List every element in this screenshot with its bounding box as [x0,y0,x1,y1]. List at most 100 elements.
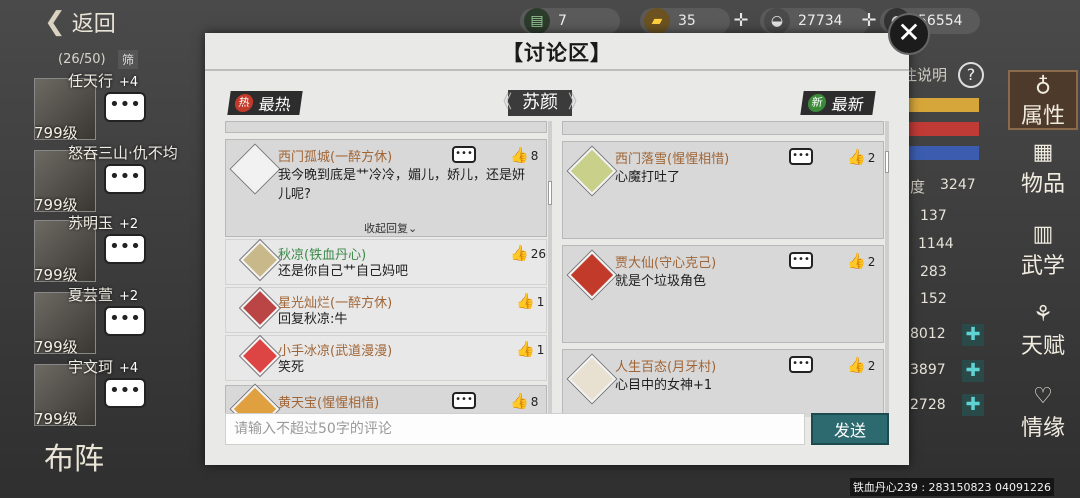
avatar [240,336,280,376]
thumbs-up-icon: 👍 [510,146,529,164]
resource-silver: ◒ 27734 [760,8,870,34]
like-button[interactable]: 👍 8 [510,146,538,164]
tab-items[interactable]: ▦ 物品 [1008,140,1078,200]
like-button[interactable]: 👍 2 [847,356,875,374]
avatar [240,288,280,328]
gourd-icon: ♁ [1034,72,1052,97]
back-label: 返回 [71,12,116,37]
new-post-list[interactable]: 西门落雪(惺惺相惜) ••• 👍 2 心魔打吐了 贾大仙(守心克己) ••• 👍 2… [562,121,884,417]
add-gold-button[interactable]: ✛ [732,12,750,30]
post-text: 心魔打吐了 [615,170,681,185]
avatar [230,144,280,194]
post-text: 就是个垃圾角色 [615,274,707,289]
formation-button[interactable]: 布阵 [44,434,104,478]
stat-value: 8012 [910,326,946,342]
hero-level: 799级 [34,338,78,356]
new-scrollbar[interactable] [885,121,889,417]
status-bar-gold [905,98,979,112]
tab-hottest[interactable]: 热 最热 [227,91,303,115]
help-icon[interactable]: ? [958,62,984,88]
close-button[interactable]: ✕ [888,13,930,55]
hero-card[interactable]: 苏明玉 +2 799级 ••• [34,212,146,284]
avatar [567,250,617,300]
post-card[interactable]: 贾大仙(守心克己) ••• 👍 2 就是个垃圾角色 [562,245,884,343]
reply-text: 还是你自己艹自己妈吧 [278,264,409,279]
hero-card[interactable]: 宇文珂 +4 799级 ••• [34,356,146,428]
reply-icon[interactable]: ••• [789,148,813,165]
tab-affinity[interactable]: ♡ 情缘 [1008,384,1078,444]
stat-plus-button[interactable]: ✚ [962,360,984,382]
post-card[interactable]: 西门落雪(惺惺相惜) ••• 👍 2 心魔打吐了 [562,141,884,239]
tab-talent[interactable]: ⚘ 天赋 [1008,302,1078,362]
gold-bar-icon: ▰ [644,8,670,34]
thumbs-up-icon: 👍 [516,340,535,358]
hero-level: 799级 [34,124,78,142]
stat-label: 度 [910,178,926,196]
post-author: 贾大仙(守心克己) [615,256,717,271]
reply-card[interactable]: 小手冰凉(武道漫漫) 👍 1 笑死 [225,335,547,381]
reply-card[interactable]: 星光灿烂(一醉方休) 👍 1 回复秋凉:牛 [225,287,547,333]
comment-input[interactable] [226,414,804,444]
hero-card[interactable]: 夏芸萱 +2 799级 ••• [34,284,146,356]
like-button[interactable]: 👍 2 [847,148,875,166]
comment-input-box[interactable] [225,413,805,445]
hero-name: 苏明玉 +2 [68,214,139,232]
chat-bubble-icon[interactable]: ••• [104,378,146,408]
thumbs-up-icon: 👍 [510,392,529,410]
modal-title: 【讨论区】 [502,41,612,65]
resource-gold: ▰ 35 [640,8,730,34]
back-button[interactable]: ❮ 返回 [44,6,116,38]
like-button[interactable]: 👍 26 [510,244,546,262]
post-author: 西门孤城(一醉方休) [278,150,393,165]
stat-value: 3897 [910,362,946,378]
reply-icon[interactable]: ••• [789,252,813,269]
add-silver-button[interactable]: ✛ [860,12,878,30]
chat-bubble-icon[interactable]: ••• [104,306,146,336]
stat-plus-button[interactable]: ✚ [962,394,984,416]
tab-martial-arts[interactable]: ▥ 武学 [1008,222,1078,282]
chat-bubble-icon[interactable]: ••• [104,164,146,194]
book-icon: ▥ [1032,222,1054,247]
reply-icon[interactable]: ••• [452,392,476,409]
reply-icon[interactable]: ••• [789,356,813,373]
send-button[interactable]: 发送 [811,413,889,445]
chat-bubble-icon[interactable]: ••• [104,92,146,122]
hero-name: 怒吞三山·仇不均 [68,144,178,162]
chat-bubble-icon[interactable]: ••• [104,234,146,264]
hero-card[interactable]: 怒吞三山·仇不均 799级 ••• [34,142,178,214]
collapse-replies-button[interactable]: 收起回复⌄ [364,220,417,236]
like-button[interactable]: 👍 1 [516,340,544,358]
new-scroll-thumb[interactable] [885,151,889,173]
thumbs-up-icon: 👍 [847,356,866,374]
hero-name-tab: 苏颜 [494,90,586,116]
tab-attributes[interactable]: ♁ 属性 [1008,70,1078,130]
post-card[interactable]: 人生百态(月牙村) ••• 👍 2 心目中的女神+1 [562,349,884,417]
stat-plus-button[interactable]: ✚ [962,324,984,346]
tab-newest[interactable]: 新 最新 [800,91,876,115]
jade-icon: ▤ [524,8,550,34]
reply-card[interactable]: 秋凉(铁血丹心) 👍 26 还是你自己艹自己妈吧 [225,239,547,285]
like-button[interactable]: 👍 2 [847,252,875,270]
thumbs-up-icon: 👍 [510,244,529,262]
thumbs-up-icon: 👍 [516,292,535,310]
hot-post-list[interactable]: 西门孤城(一醉方休) ••• 👍 8 我今晚到底是艹冷冷，媚儿，娇儿，还是妍儿呢?… [225,121,547,417]
like-button[interactable]: 👍 8 [510,392,538,410]
stat-value: 283 [920,264,947,280]
hero-card[interactable]: 任天行 +4 799级 ••• [34,70,146,142]
status-bar-blue [905,146,979,160]
team-count: (26/50) [58,52,106,67]
reply-author: 秋凉(铁血丹心) [278,248,367,263]
post-card[interactable]: 西门孤城(一醉方休) ••• 👍 8 我今晚到底是艹冷冷，媚儿，娇儿，还是妍儿呢?… [225,139,547,237]
reply-text: 回复秋凉:牛 [278,312,348,327]
hero-name: 夏芸萱 +2 [68,286,139,304]
player-id-footer: 铁血丹心239 : 283150823 04091226 [849,478,1054,496]
hero-name: 宇文珂 +4 [68,358,139,376]
hot-scroll-thumb[interactable] [548,181,552,205]
filter-button[interactable]: 筛 [118,50,139,69]
hot-scrollbar[interactable] [548,121,552,417]
reply-author: 星光灿烂(一醉方休) [278,296,393,311]
stat-value: 152 [920,291,947,307]
like-button[interactable]: 👍 1 [516,292,544,310]
reply-icon[interactable]: ••• [452,146,476,163]
avatar [567,146,617,196]
